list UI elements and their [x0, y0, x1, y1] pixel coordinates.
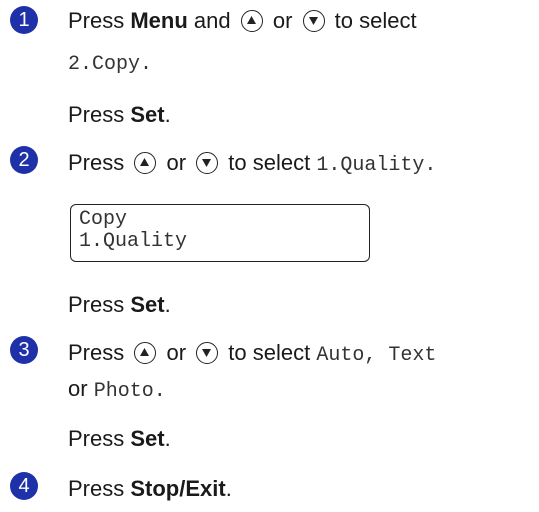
text: . [424, 154, 437, 177]
set-key-label: Set [130, 292, 165, 317]
text: Press [68, 340, 131, 365]
text: or [266, 8, 299, 33]
text: , [364, 344, 389, 367]
option-text: Text [388, 344, 437, 367]
text: Press [68, 8, 131, 33]
step-1-number: 1 [10, 6, 38, 34]
text: to select [328, 8, 417, 33]
up-arrow-button-icon [134, 342, 157, 364]
step-2-line-3: Press Set. [68, 292, 171, 318]
text: . [164, 102, 171, 127]
step-1-line-1: Press Menu and or to select [68, 8, 417, 34]
step-3-line-1: Press or to select Auto, Text [68, 340, 436, 369]
text: Press [68, 476, 131, 501]
text: to select [222, 150, 317, 175]
down-arrow-button-icon [196, 152, 219, 174]
step-2-number: 2 [10, 146, 38, 174]
up-arrow-button-icon [134, 152, 157, 174]
text: . [164, 292, 171, 317]
text: Press [68, 102, 131, 127]
step-1-menu-item: 2.Copy. [68, 53, 153, 76]
step-3-line-3: Press Set. [68, 426, 171, 452]
step-4-number: 4 [10, 472, 38, 500]
set-key-label: Set [130, 426, 165, 451]
option-auto: Auto [316, 344, 365, 367]
text: to select [222, 340, 317, 365]
set-key-label: Set [130, 102, 165, 127]
step-1-line-3: Press Set. [68, 102, 171, 128]
step-2-line-1: Press or to select 1.Quality. [68, 150, 436, 179]
text: or [68, 376, 94, 401]
text: . [225, 476, 232, 501]
lcd-line-1: Copy [79, 208, 128, 231]
text: Press [68, 150, 131, 175]
text: . [164, 426, 171, 451]
text: . [153, 380, 166, 403]
up-arrow-button-icon [240, 10, 263, 32]
lcd-display: Copy 1.Quality [70, 204, 370, 262]
text: and [187, 8, 237, 33]
step-3-line-2: or Photo. [68, 376, 166, 405]
down-arrow-button-icon [196, 342, 219, 364]
text: Press [68, 426, 131, 451]
down-arrow-button-icon [302, 10, 325, 32]
option-photo: Photo [93, 380, 154, 403]
stop-exit-key-label: Stop/Exit [130, 476, 226, 501]
quality-menu-text: 1.Quality [316, 154, 425, 177]
text: or [160, 340, 193, 365]
step-3-number: 3 [10, 336, 38, 364]
text: Press [68, 292, 131, 317]
lcd-line-2: 1.Quality [79, 230, 188, 253]
menu-key-label: Menu [130, 8, 188, 33]
step-4-line-1: Press Stop/Exit. [68, 476, 232, 502]
text: or [160, 150, 193, 175]
